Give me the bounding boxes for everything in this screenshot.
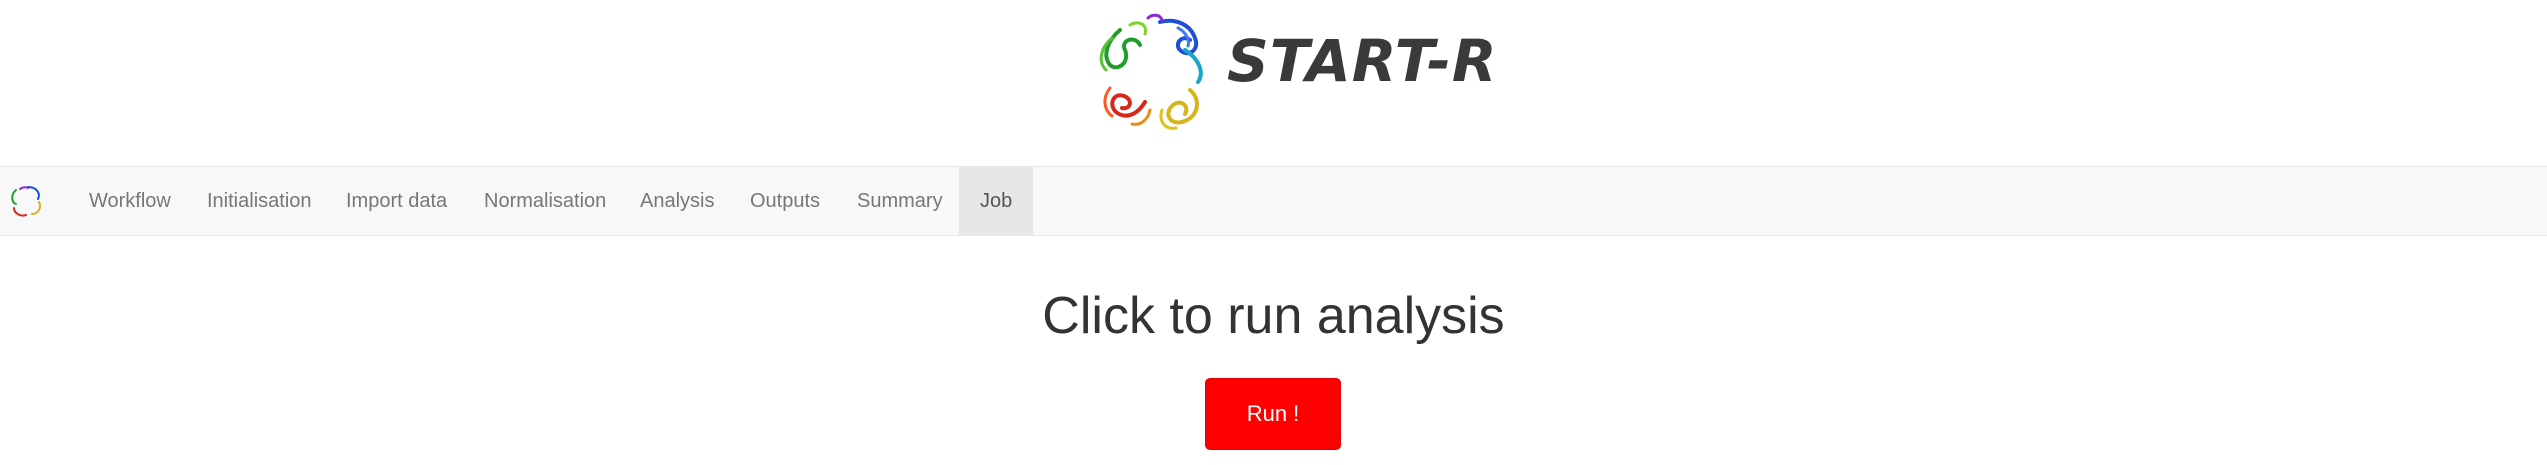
nav-tab-outputs[interactable]: Outputs xyxy=(729,167,841,235)
page-title: Click to run analysis xyxy=(1042,287,1505,345)
top-navbar: Workflow Initialisation Import data Norm… xyxy=(0,166,2547,236)
run-button[interactable]: Run ! xyxy=(1205,378,1341,450)
app-title: START-R xyxy=(1227,27,1498,95)
nav-tab-workflow[interactable]: Workflow xyxy=(68,167,192,235)
nav-tab-job[interactable]: Job xyxy=(959,167,1034,235)
navbar-brand-logo-icon[interactable] xyxy=(8,184,46,220)
protein-ring-logo-icon xyxy=(1090,10,1225,135)
nav-tab-normalisation[interactable]: Normalisation xyxy=(463,167,627,235)
nav-tab-initialisation[interactable]: Initialisation xyxy=(186,167,333,235)
app-header: START-R xyxy=(0,0,2547,166)
nav-tab-analysis[interactable]: Analysis xyxy=(619,167,735,235)
nav-tab-summary[interactable]: Summary xyxy=(836,167,964,235)
nav-tab-import-data[interactable]: Import data xyxy=(325,167,468,235)
